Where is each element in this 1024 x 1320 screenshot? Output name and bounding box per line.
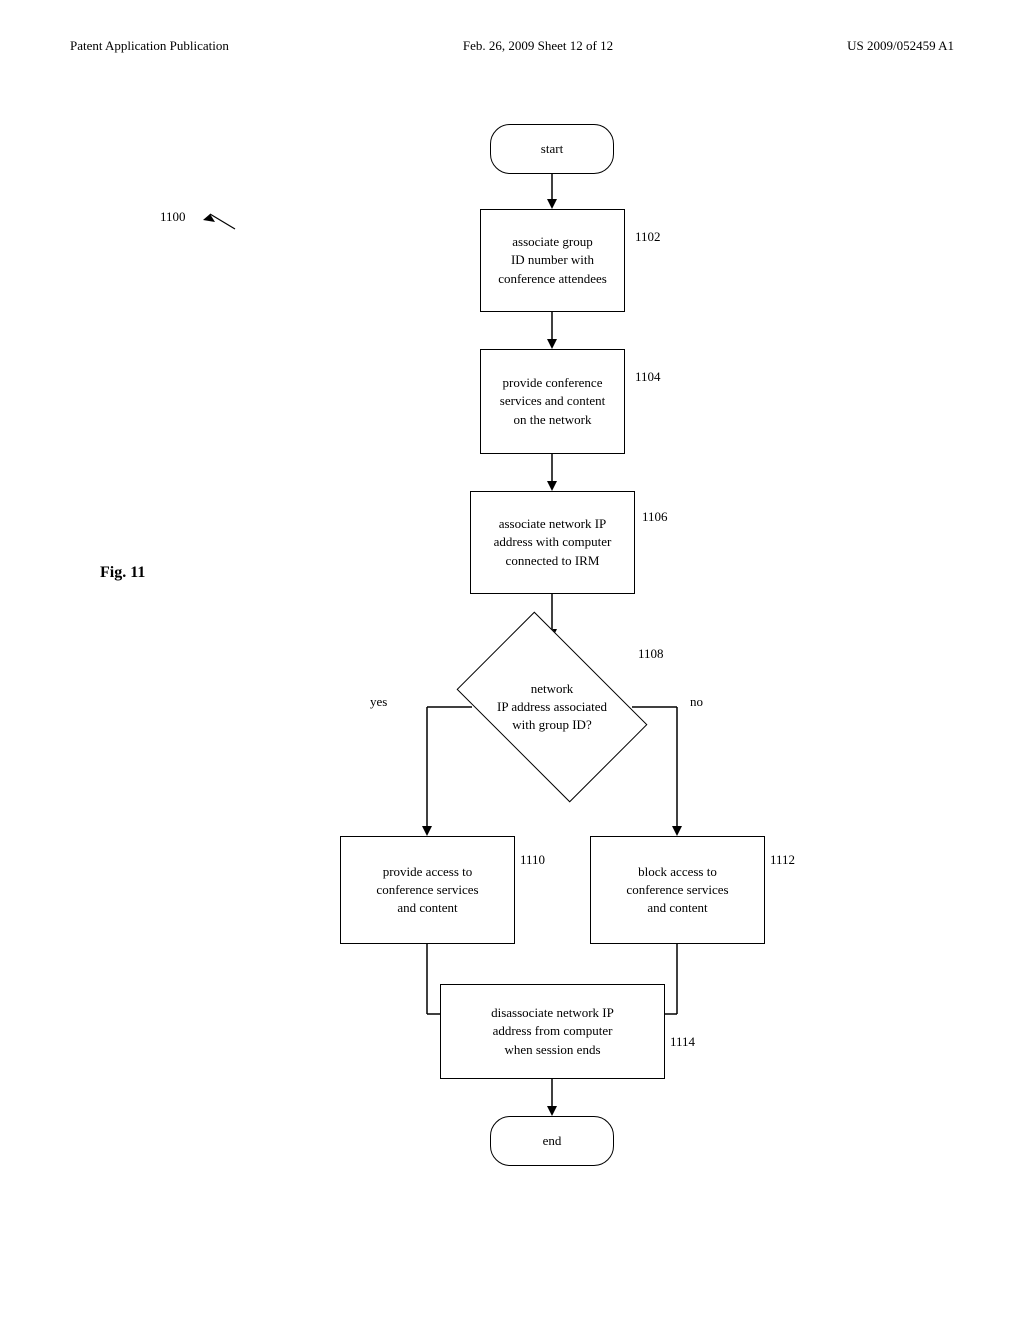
header-center: Feb. 26, 2009 Sheet 12 of 12 xyxy=(463,38,613,54)
header-left: Patent Application Publication xyxy=(70,38,229,54)
end-node: end xyxy=(490,1116,614,1166)
node-1114: disassociate network IP address from com… xyxy=(440,984,665,1079)
ref-1106: 1106 xyxy=(642,509,668,525)
no-label: no xyxy=(690,694,703,710)
flowchart-diagram: start associate group ID number with con… xyxy=(40,74,984,1284)
node-1112: block access to conference services and … xyxy=(590,836,765,944)
fig-label: Fig. 11 xyxy=(100,564,145,582)
ref-1104: 1104 xyxy=(635,369,661,385)
start-node: start xyxy=(490,124,614,174)
yes-label: yes xyxy=(370,694,387,710)
page-header: Patent Application Publication Feb. 26, … xyxy=(40,20,984,64)
node-1104: provide conference services and content … xyxy=(480,349,625,454)
header-right: US 2009/052459 A1 xyxy=(847,38,954,54)
ref-1110: 1110 xyxy=(520,852,545,868)
node-1108: network IP address associated with group… xyxy=(472,639,632,775)
page: Patent Application Publication Feb. 26, … xyxy=(0,0,1024,1320)
node-1106: associate network IP address with comput… xyxy=(470,491,635,594)
diamond-text-1108: network IP address associated with group… xyxy=(487,680,617,735)
diagram-label-arrow xyxy=(180,204,240,234)
ref-1108: 1108 xyxy=(638,646,664,662)
ref-1112: 1112 xyxy=(770,852,795,868)
node-1110: provide access to conference services an… xyxy=(340,836,515,944)
ref-1114: 1114 xyxy=(670,1034,695,1050)
ref-1102: 1102 xyxy=(635,229,661,245)
node-1102: associate group ID number with conferenc… xyxy=(480,209,625,312)
